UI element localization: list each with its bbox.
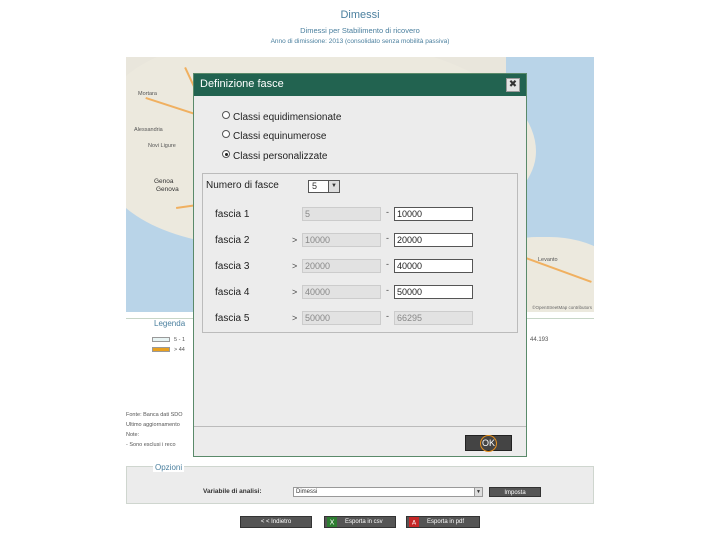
page-subtitle-year: Anno di dimissione: 2013 (consolidato se…	[270, 38, 450, 45]
variable-select[interactable]: Dimessi ▼	[293, 487, 483, 497]
num-bands-value: 5	[312, 181, 318, 191]
chevron-down-icon[interactable]: ▼	[474, 488, 482, 496]
notes: Fonte: Banca dati SDO Ultimo aggiornamen…	[126, 410, 183, 450]
bands-panel: Numero di fasce 5 ▼ fascia 1 5 - 10000 f…	[202, 173, 518, 333]
note-line: Note:	[126, 432, 140, 438]
dialog-title: Definizione fasce	[200, 78, 284, 90]
band-label: fascia 4	[215, 287, 250, 298]
legend-row: > 44	[152, 347, 185, 353]
svg-text:X: X	[330, 519, 335, 527]
band-gt: >	[292, 261, 298, 271]
band-from-field: 20000	[302, 259, 381, 273]
chevron-down-icon[interactable]: ▼	[328, 181, 339, 192]
band-from-field: 5	[302, 207, 381, 221]
legend-row-label: > 44	[174, 347, 185, 353]
map-label: Levanto	[538, 257, 558, 263]
radio-label: Classi equinumerose	[233, 131, 327, 142]
band-dash: -	[386, 259, 389, 269]
band-from-field: 40000	[302, 285, 381, 299]
band-to-field[interactable]: 40000	[394, 259, 473, 273]
map-label: Genoa	[154, 178, 174, 185]
legend-row: 5 - 1	[152, 337, 185, 343]
band-to-field: 66295	[394, 311, 473, 325]
band-gt: >	[292, 313, 298, 323]
dialog-footer: OK	[194, 426, 526, 456]
num-bands-label: Numero di fasce	[206, 180, 279, 191]
legend-row-label: 5 - 1	[174, 337, 186, 343]
note-line: - Sono esclusi i reco	[126, 442, 176, 448]
close-icon[interactable]: ✖	[506, 78, 520, 92]
note-line: Fonte: Banca dati SDO	[126, 412, 183, 418]
click-highlight-ring	[480, 435, 497, 452]
variable-select-value: Dimessi	[296, 489, 318, 495]
radio-equinumerous[interactable]: Classi equinumerose	[222, 130, 326, 142]
band-to-field[interactable]: 20000	[394, 233, 473, 247]
options-title: Opzioni	[153, 463, 185, 472]
band-row: fascia 2 > 10000 - 20000	[203, 233, 519, 249]
back-button[interactable]: < < Indietro	[240, 516, 312, 528]
export-pdf-button[interactable]: A Esporta in pdf	[406, 516, 480, 528]
page-title: Dimessi	[340, 9, 380, 21]
band-label: fascia 1	[215, 209, 250, 220]
map-label: Mortara	[138, 91, 157, 97]
band-label: fascia 2	[215, 235, 250, 246]
band-gt: >	[292, 235, 298, 245]
legend-value: 44.193	[530, 337, 549, 343]
radio-label: Classi equidimensionate	[233, 112, 342, 123]
band-gt: >	[292, 287, 298, 297]
band-dash: -	[386, 233, 389, 243]
band-dash: -	[386, 285, 389, 295]
map-label: Novi Ligure	[148, 143, 176, 149]
legend-swatch	[152, 337, 170, 343]
export-pdf-label: Esporta in pdf	[427, 519, 465, 525]
variable-label: Variabile di analisi:	[203, 488, 262, 495]
radio-circle-icon[interactable]	[222, 111, 230, 119]
map-label: Genova	[156, 186, 179, 193]
num-bands-select[interactable]: 5 ▼	[308, 180, 340, 193]
band-label: fascia 3	[215, 261, 250, 272]
export-csv-label: Esporta in csv	[345, 519, 383, 525]
band-to-field[interactable]: 50000	[394, 285, 473, 299]
radio-checked-icon[interactable]	[222, 150, 230, 158]
radio-circle-icon[interactable]	[222, 130, 230, 138]
band-label: fascia 5	[215, 313, 250, 324]
legend-swatch	[152, 347, 170, 353]
options-panel: Opzioni Variabile di analisi: Dimessi ▼ …	[126, 463, 594, 504]
pdf-icon: A	[409, 517, 419, 527]
radio-equidimensional[interactable]: Classi equidimensionate	[222, 111, 341, 123]
band-dash: -	[386, 207, 389, 217]
radio-custom[interactable]: Classi personalizzate	[222, 150, 328, 162]
band-row: fascia 3 > 20000 - 40000	[203, 259, 519, 275]
band-row: fascia 1 5 - 10000	[203, 207, 519, 223]
band-from-field: 10000	[302, 233, 381, 247]
band-row: fascia 5 > 50000 - 66295	[203, 311, 519, 327]
csv-icon: X	[327, 517, 337, 527]
band-dash: -	[386, 311, 389, 321]
export-csv-button[interactable]: X Esporta in csv	[324, 516, 396, 528]
radio-label: Classi personalizzate	[233, 151, 328, 162]
apply-button[interactable]: Imposta	[489, 487, 541, 497]
dialog-header[interactable]: Definizione fasce ✖	[194, 74, 526, 96]
note-line: Ultimo aggiornamento	[126, 422, 180, 428]
map-label: Alessandria	[134, 127, 163, 133]
legend-title: Legenda	[154, 319, 186, 328]
map-copyright: ©OpenStreetMap contributors	[532, 305, 592, 310]
define-bands-dialog: Definizione fasce ✖ Classi equidimension…	[193, 73, 527, 457]
band-from-field: 50000	[302, 311, 381, 325]
band-to-field[interactable]: 10000	[394, 207, 473, 221]
page-subtitle: Dimessi per Stabilimento di ricovero	[300, 26, 420, 35]
band-row: fascia 4 > 40000 - 50000	[203, 285, 519, 301]
